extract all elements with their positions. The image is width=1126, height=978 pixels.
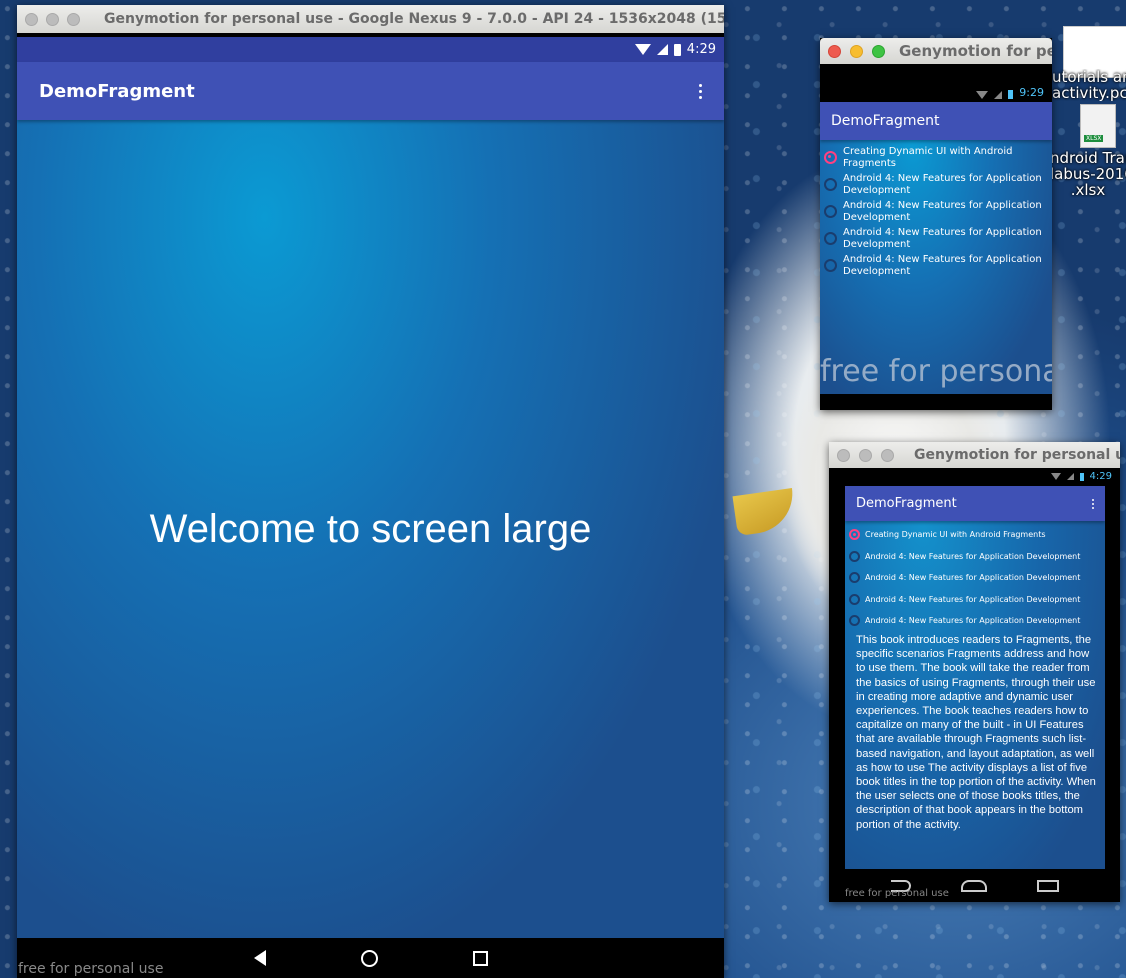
watermark: free for personal use	[18, 961, 164, 977]
app-title: DemoFragment	[856, 496, 957, 511]
list-item[interactable]: Android 4: New Features for Application …	[849, 546, 1103, 568]
maximize-window-button[interactable]	[881, 448, 894, 462]
list-item[interactable]: Creating Dynamic UI with Android Fragmen…	[849, 524, 1103, 546]
desktop-icon-label-spreadsheet[interactable]: ndroid Tran labus-2016 .xlsx	[1050, 150, 1126, 198]
minimize-window-button[interactable]	[859, 448, 872, 462]
app-bar: DemoFragment	[845, 486, 1105, 521]
signal-icon	[994, 91, 1003, 99]
overflow-menu-icon[interactable]	[699, 83, 702, 99]
wifi-icon	[976, 91, 989, 99]
back-icon[interactable]	[253, 950, 266, 966]
status-time: 4:29	[686, 42, 716, 57]
window-title: Genymotion for personal use - Google Nex…	[104, 11, 724, 27]
radio-button[interactable]	[849, 550, 860, 562]
list-item[interactable]: Android 4: New Features for Application …	[849, 567, 1103, 589]
status-time: 4:29	[1089, 471, 1112, 482]
close-window-button[interactable]	[25, 12, 38, 26]
signal-icon	[656, 44, 668, 55]
home-icon[interactable]	[360, 949, 378, 967]
status-bar: 4:29	[17, 37, 724, 62]
battery-icon	[673, 43, 681, 56]
desktop-icon-label-document[interactable]: utorials and activity.pc	[1052, 69, 1126, 101]
minimize-window-button[interactable]	[46, 12, 59, 26]
xlsx-badge: XLSX	[1084, 135, 1104, 142]
phone-emulator-window: Genymotion for personal use 9:29 DemoFra…	[820, 38, 1052, 410]
radio-button[interactable]	[824, 259, 837, 272]
main-emulator-window: Genymotion for personal use - Google Nex…	[17, 5, 724, 978]
radio-button[interactable]	[849, 529, 860, 541]
radio-button[interactable]	[824, 205, 837, 218]
radio-button[interactable]	[824, 232, 837, 245]
list-item[interactable]: Android 4: New Features for Application …	[824, 225, 1046, 252]
window-title: Genymotion for personal use	[899, 42, 1052, 60]
close-window-button[interactable]	[828, 44, 841, 58]
list-item[interactable]: Android 4: New Features for Application …	[849, 610, 1103, 632]
welcome-text: Welcome to screen large	[149, 507, 592, 551]
tablet-emulator-window: Genymotion for personal use 4:29 DemoFra…	[829, 442, 1120, 902]
minimize-window-button[interactable]	[850, 44, 863, 58]
maximize-window-button[interactable]	[872, 44, 885, 58]
phone-window-titlebar[interactable]: Genymotion for personal use	[820, 38, 1052, 64]
app-title: DemoFragment	[831, 113, 940, 129]
book-description: This book introduces readers to Fragment…	[856, 634, 1096, 831]
watermark: free for personal use	[845, 888, 949, 899]
radio-button[interactable]	[849, 593, 860, 605]
radio-button[interactable]	[849, 615, 860, 627]
list-item[interactable]: Android 4: New Features for Application …	[824, 198, 1046, 225]
wifi-icon	[634, 44, 651, 55]
home-icon[interactable]	[960, 879, 987, 892]
radio-button[interactable]	[849, 572, 860, 584]
overflow-menu-icon[interactable]	[1092, 498, 1094, 509]
book-list: Creating Dynamic UI with Android Fragmen…	[824, 144, 1046, 279]
signal-icon	[1066, 473, 1074, 480]
book-list: Creating Dynamic UI with Android Fragmen…	[849, 524, 1103, 632]
status-bar: 9:29	[820, 64, 1052, 102]
app-bar: DemoFragment	[17, 62, 724, 120]
spreadsheet-file-icon[interactable]: XLSX	[1080, 104, 1116, 148]
device-screen: 9:29 DemoFragment Creating Dynamic UI wi…	[820, 64, 1052, 394]
radio-button[interactable]	[824, 151, 837, 164]
recents-icon[interactable]	[472, 950, 488, 966]
device-screen: 4:29 DemoFragment Welcome to screen larg…	[17, 37, 724, 938]
app-title: DemoFragment	[39, 80, 195, 102]
close-window-button[interactable]	[837, 448, 850, 462]
window-title: Genymotion for personal use	[914, 447, 1120, 463]
list-item[interactable]: Android 4: New Features for Application …	[849, 589, 1103, 611]
app-bar: DemoFragment	[820, 102, 1052, 140]
battery-icon	[1079, 472, 1084, 481]
maximize-window-button[interactable]	[67, 12, 80, 26]
status-time: 9:29	[1019, 86, 1044, 99]
window-controls	[17, 12, 90, 26]
list-item[interactable]: Creating Dynamic UI with Android Fragmen…	[824, 144, 1046, 171]
watermark: free for personal	[820, 354, 1052, 389]
list-item[interactable]: Android 4: New Features for Application …	[824, 252, 1046, 279]
main-window-titlebar[interactable]: Genymotion for personal use - Google Nex…	[17, 5, 724, 33]
recents-icon[interactable]	[1036, 879, 1059, 892]
wifi-icon	[1050, 473, 1061, 480]
device-screen: DemoFragment Creating Dynamic UI with An…	[845, 486, 1105, 869]
battery-icon	[1008, 90, 1014, 99]
radio-button[interactable]	[824, 178, 837, 191]
status-bar: 4:29	[829, 468, 1120, 485]
list-item[interactable]: Android 4: New Features for Application …	[824, 171, 1046, 198]
tablet-window-titlebar[interactable]: Genymotion for personal use	[829, 442, 1120, 468]
